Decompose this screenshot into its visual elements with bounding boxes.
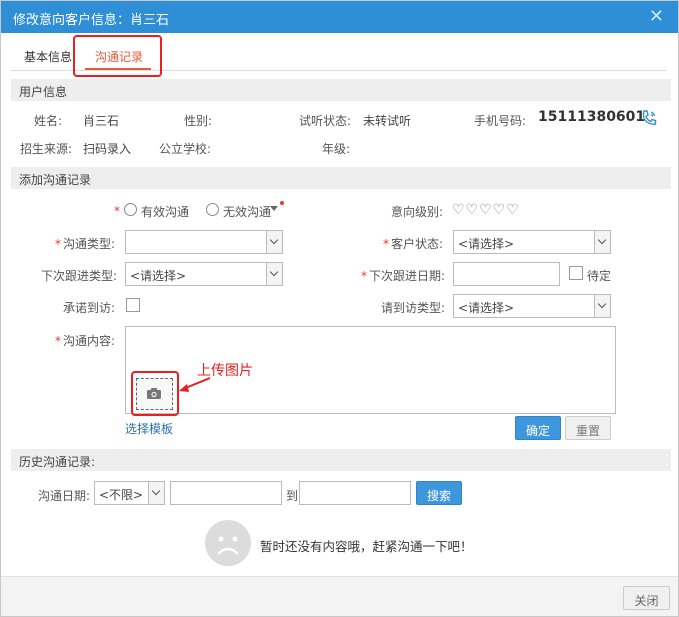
next-followup-type-select[interactable]: <请选择> <box>125 262 283 286</box>
close-icon[interactable]: ✕ <box>649 6 664 27</box>
client-status-label: * 客户状态: <box>383 237 444 251</box>
chevron-down-icon <box>594 231 610 253</box>
comm-type-select[interactable] <box>125 230 283 254</box>
source-label: 招生来源: <box>20 142 73 156</box>
radio-valid-label: 有效沟通 <box>141 205 190 219</box>
highlight-box-tab <box>73 35 162 77</box>
name-label: 姓名: <box>34 114 63 128</box>
next-followup-type-label: 下次跟进类型: <box>41 269 118 283</box>
content-label: * 沟通内容: <box>55 334 116 348</box>
promise-visit-checkbox[interactable] <box>126 298 140 312</box>
trial-status-value: 未转试听 <box>363 114 412 128</box>
source-value: 扫码录入 <box>83 142 132 156</box>
end-date-input[interactable] <box>299 481 411 505</box>
section-user-info: 用户信息 <box>11 79 671 101</box>
date-range-select[interactable]: <不限> <box>94 481 165 505</box>
pending-label: 待定 <box>587 269 612 283</box>
dialog-title: 修改意向客户信息：肖三石 <box>13 13 170 28</box>
empty-state-text: 暂时还没有内容哦，赶紧沟通一下吧！ <box>260 539 473 554</box>
dialog: 修改意向客户信息：肖三石 ✕ 基本信息 沟通记录 用户信息 姓名: 肖三石 性别… <box>0 0 679 617</box>
chevron-down-icon <box>266 263 282 285</box>
next-followup-date-input[interactable] <box>453 262 560 286</box>
notification-dot <box>280 201 284 205</box>
start-date-input[interactable] <box>170 481 282 505</box>
dialog-footer <box>1 576 678 616</box>
title-bar: 修改意向客户信息：肖三石 ✕ <box>1 1 678 33</box>
phone-call-icon[interactable] <box>641 109 657 130</box>
intent-level-label: 意向级别: <box>391 205 444 219</box>
confirm-button[interactable]: 确定 <box>515 416 561 440</box>
grade-label: 年级: <box>322 142 351 156</box>
reset-button[interactable]: 重置 <box>565 416 611 440</box>
chevron-down-icon <box>594 295 610 317</box>
search-button[interactable]: 搜索 <box>416 481 462 505</box>
chevron-down-icon <box>148 482 164 504</box>
select-template-link[interactable]: 选择模板 <box>125 420 173 437</box>
radio-invalid-communication[interactable] <box>206 203 219 216</box>
trial-status-label: 试听状态: <box>299 114 352 128</box>
pending-checkbox[interactable] <box>569 266 583 280</box>
tab-basic-info[interactable]: 基本信息 <box>24 48 72 65</box>
phone-label: 手机号码: <box>474 114 527 128</box>
section-add-record: 添加沟通记录 <box>11 167 671 189</box>
comm-date-label: 沟通日期: <box>38 489 91 503</box>
heart-rating-icons[interactable]: ♡♡♡♡♡ <box>452 202 520 218</box>
name-value: 肖三石 <box>83 114 120 128</box>
to-label: 到 <box>286 489 299 503</box>
gender-label: 性别: <box>184 114 213 128</box>
required-mark: * <box>114 204 120 218</box>
highlight-box-upload <box>131 371 179 416</box>
caret-down-icon[interactable] <box>270 206 278 211</box>
invite-type-select[interactable]: <请选择> <box>453 294 611 318</box>
comm-type-label: * 沟通类型: <box>55 237 116 251</box>
promise-visit-label: 承诺到访: <box>63 301 116 315</box>
invite-type-label: 请到访类型: <box>381 301 446 315</box>
section-history: 历史沟通记录: <box>11 449 671 471</box>
next-followup-date-label: * 下次跟进日期: <box>361 269 446 283</box>
radio-invalid-label: 无效沟通 <box>223 205 272 219</box>
client-status-select[interactable]: <请选择> <box>453 230 611 254</box>
close-button[interactable]: 关闭 <box>623 586 670 610</box>
phone-value: 15111380601 <box>538 109 646 125</box>
upload-annotation-text: 上传图片 <box>197 363 253 379</box>
chevron-down-icon <box>266 231 282 253</box>
radio-valid-communication[interactable] <box>124 203 137 216</box>
sad-face-icon <box>205 520 251 566</box>
school-label: 公立学校: <box>159 142 212 156</box>
